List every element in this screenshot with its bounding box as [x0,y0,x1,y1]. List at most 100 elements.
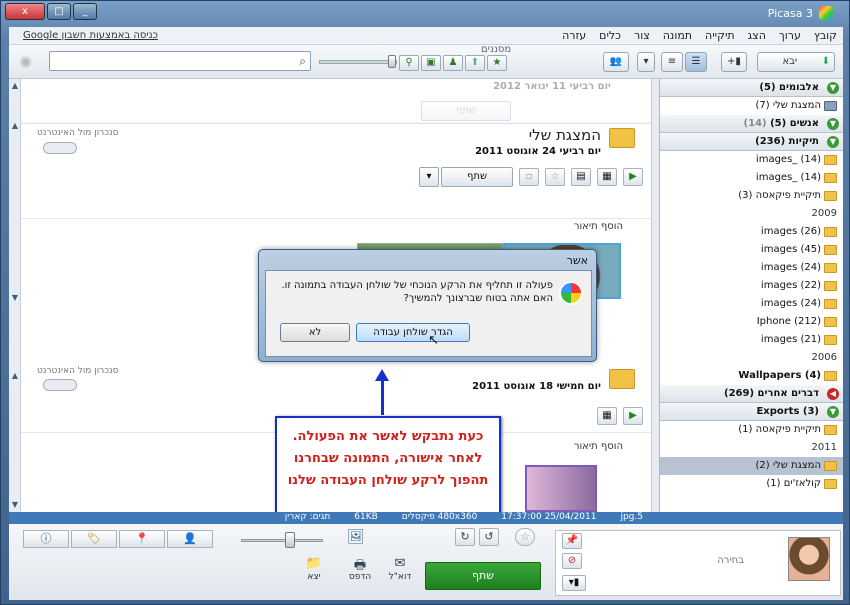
internet-sync-toggle[interactable] [43,379,77,391]
sort-button[interactable]: ≡ [661,52,683,72]
hold-button[interactable]: 📌 [562,533,582,549]
sidebar-item-folder[interactable]: images (22) [660,277,843,295]
print-button[interactable]: 🖶 הדפס [345,556,375,582]
info-button[interactable]: ⓘ [23,530,69,548]
album-title[interactable]: המצגת שלי [529,126,601,144]
menu-tools[interactable]: כלים [599,29,621,42]
filter-geotag-button[interactable]: ⚲ [399,55,419,71]
sidebar-item-folder[interactable]: תיקיית פיקאסה (1) [660,421,843,439]
sidebar-header-albums[interactable]: ▼ אלבומים (5) [660,79,843,97]
folder-icon [824,335,837,345]
share-button[interactable]: שתף [441,167,513,187]
star-album-button[interactable]: ☆ [545,168,565,186]
library-scrollbar[interactable]: ▲ ▲ ▼ ▲ ▼ [9,79,21,512]
add-to-album-button[interactable]: +▮ [721,52,747,72]
maximize-button[interactable]: □ [47,3,71,20]
collage-button[interactable]: ▤ [571,168,591,186]
expand-toggle-icon[interactable]: ▼ [827,136,839,148]
folder-icon [824,191,837,201]
geotag-button[interactable]: 📍 [119,530,165,548]
filter-star-button[interactable]: ★ [487,55,507,71]
sidebar-item-folder[interactable]: images_ (14) [660,151,843,169]
filter-slider-knob[interactable] [388,55,396,68]
sidebar-item-folder-selected[interactable]: המצגת שלי (2) [660,457,843,475]
menu-edit[interactable]: ערוך [779,29,801,42]
blog-icon[interactable]: 🖼 [347,529,365,545]
chevron-down-icon: ▾ [426,171,432,182]
view-dropdown-button[interactable]: ▾ [637,52,655,72]
sidebar-item-folder[interactable]: Wallpapers (4) [660,367,843,385]
rotate-right-button[interactable]: ↻ [455,528,475,546]
rotate-left-button[interactable]: ↺ [479,528,499,546]
tray-photo-thumbnail[interactable] [788,537,830,581]
menu-view[interactable]: הצג [748,29,766,42]
sidebar-item-folder[interactable]: images (21) [660,331,843,349]
add-album-icon: +▮ [727,56,741,67]
filter-upload-button[interactable]: ⬆ [465,55,485,71]
tags-button[interactable]: 🏷 [71,530,117,548]
filter-people-button[interactable]: ♟ [443,55,463,71]
scroll-up-icon[interactable]: ▲ [9,79,21,93]
save-button[interactable]: ▫ [519,168,539,186]
sidebar-item-folder[interactable]: images (26) [660,223,843,241]
menu-help[interactable]: עזרה [562,29,586,42]
sidebar-header-people[interactable]: ▼ אנשים (5) (14) [660,115,843,133]
sidebar-item-folder[interactable]: images (24) [660,259,843,277]
search-input[interactable]: ⌕ [49,51,311,71]
export-button[interactable]: 📁 יצא [299,556,329,582]
play-slideshow-button[interactable]: ▶ [623,168,643,186]
share-dropdown-button[interactable]: ▾ [419,167,439,187]
add-description-link[interactable]: הוסף תיאור [574,441,623,452]
share-button-large[interactable]: שתף [425,562,541,590]
movie-button[interactable]: ▦ [597,168,617,186]
sign-in-link[interactable]: כניסה באמצעות חשבון Google [23,30,158,41]
zoom-slider-knob[interactable] [285,532,295,548]
sidebar-header-folders[interactable]: ▼ תיקיות (236) [660,133,843,151]
share-button[interactable]: שתף [421,101,511,121]
sidebar-header-other[interactable]: ◀ דברים אחרים (269) [660,385,843,403]
clear-button[interactable]: ⊘ [562,553,582,569]
sidebar-header-exports[interactable]: ▼ Exports (3) [660,403,843,421]
sidebar-item-folder[interactable]: images (45) [660,241,843,259]
cancel-button[interactable]: לא [280,323,350,342]
scroll-down-icon[interactable]: ▼ [9,498,21,512]
import-button[interactable]: ⬇ יבא [757,52,835,72]
sidebar-item-folder[interactable]: images_ (14) [660,169,843,187]
minimize-button[interactable]: _ [73,3,97,20]
add-to-button[interactable]: ▾▮ [562,575,586,591]
add-description-link[interactable]: הוסף תיאור [574,221,623,232]
sidebar-item-folder[interactable]: תיקיית פיקאסה (3) [660,187,843,205]
scroll-down-icon[interactable]: ▼ [9,291,21,305]
filter-slider[interactable] [319,60,397,64]
list-view-button[interactable]: ☰ [685,52,707,72]
expand-toggle-icon[interactable]: ▼ [827,82,839,94]
close-button[interactable]: x [5,3,45,20]
play-slideshow-button[interactable]: ▶ [623,407,643,425]
filter-video-button[interactable]: ▣ [421,55,441,71]
collapse-toggle-icon[interactable]: ◀ [827,388,839,400]
pin-icon: 📍 [135,532,149,545]
sidebar-item-folder[interactable]: קולאז'ים (1) [660,475,843,493]
photo-thumbnail-collage[interactable] [525,465,597,512]
menu-folder[interactable]: תיקייה [705,29,735,42]
album-icon [824,101,837,111]
internet-sync-toggle[interactable] [43,142,77,154]
sidebar-item-folder[interactable]: images (24) [660,295,843,313]
scroll-up-icon[interactable]: ▲ [9,369,21,383]
star-button[interactable]: ☆ [515,528,535,546]
expand-toggle-icon[interactable]: ▼ [827,406,839,418]
menu-file[interactable]: קובץ [814,29,837,42]
set-desktop-button[interactable]: הגדר שולחן עבודה [356,323,470,342]
email-button[interactable]: ✉ דוא"ל [385,556,415,582]
sidebar-item-folder[interactable]: Iphone (212) [660,313,843,331]
menu-create[interactable]: צור [634,29,650,42]
sidebar-item-album[interactable]: המצגת שלי (7) [660,97,843,115]
movie-button[interactable]: ▦ [597,407,617,425]
people-button[interactable]: 👤 [167,530,213,548]
scroll-up-icon[interactable]: ▲ [9,119,21,133]
expand-toggle-icon[interactable]: ▼ [827,118,839,130]
zoom-slider[interactable] [241,539,323,542]
status-datetime: 17:37:00 25/04/2011 [501,512,597,522]
menu-picture[interactable]: תמונה [663,29,692,42]
people-view-button[interactable]: 👥 [603,52,629,72]
